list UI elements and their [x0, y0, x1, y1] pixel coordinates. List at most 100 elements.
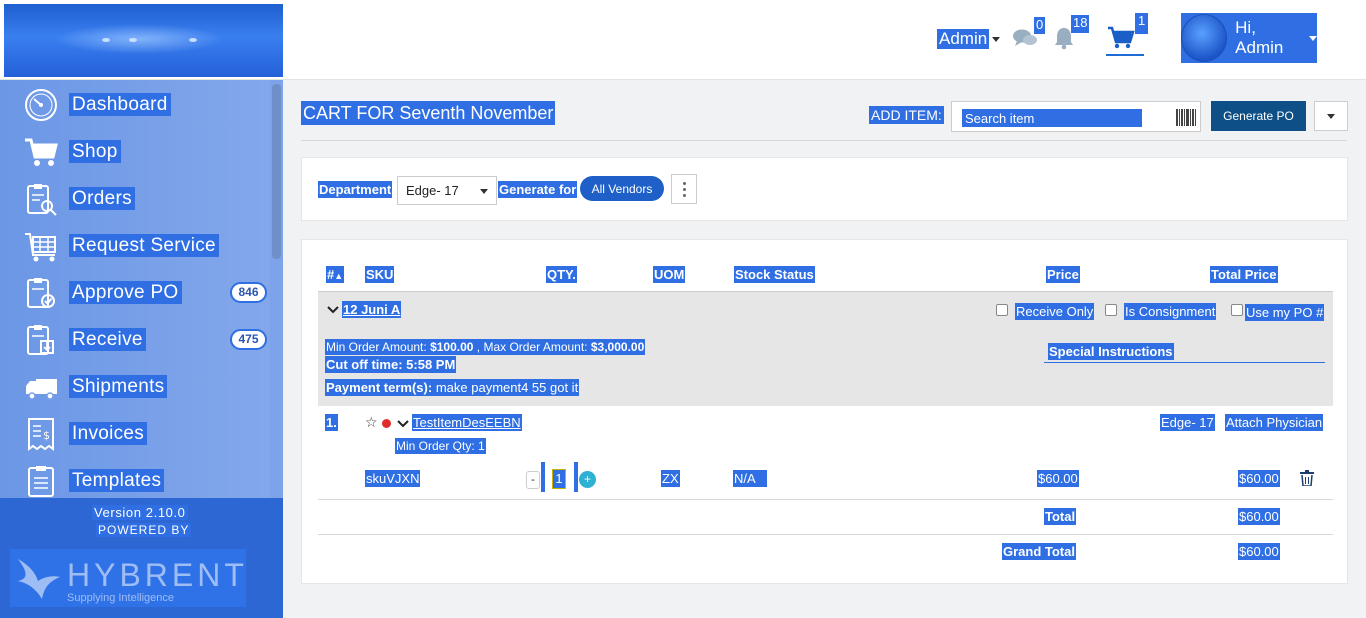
sidebar-item-label: Shop — [69, 140, 121, 163]
chevron-down-icon[interactable] — [327, 306, 339, 314]
admin-dropdown[interactable]: Admin — [935, 28, 1002, 50]
banner-dot — [189, 38, 197, 42]
sidebar-item-label: Approve PO — [69, 281, 182, 304]
user-greeting: Hi, Admin — [1235, 18, 1284, 57]
min-order-value: $100.00 — [430, 340, 474, 354]
max-order-value: $3,000.00 — [590, 340, 645, 354]
sidebar-item-shipments[interactable]: Shipments — [0, 363, 270, 410]
orders-icon — [27, 183, 57, 216]
column-header-stock-status[interactable]: Stock Status — [734, 266, 815, 283]
item-price: $60.00 — [1037, 470, 1079, 487]
chat-count-badge: 0 — [1034, 17, 1046, 34]
sidebar-item-label: Orders — [69, 187, 135, 210]
vendor-name-link[interactable]: 12 Juni A — [342, 301, 402, 318]
min-order-qty: Min Order Qty: 1 — [395, 438, 486, 454]
sidebar-item-dashboard[interactable]: Dashboard — [0, 81, 270, 128]
trash-icon[interactable] — [1300, 470, 1314, 486]
brand-tagline: Supplying Intelligence — [67, 592, 175, 604]
search-box — [951, 101, 1201, 132]
min-order-label: Min Order Amount: — [326, 340, 427, 354]
qty-input[interactable]: 1 — [552, 469, 566, 489]
star-icon[interactable]: ☆ — [365, 414, 378, 431]
sidebar-item-shop[interactable]: Shop — [0, 128, 270, 175]
kebab-dot — [683, 188, 686, 191]
max-order-label: Max Order Amount: — [483, 340, 588, 354]
sidebar: Dashboard Shop Orders Request Service Ap… — [0, 80, 283, 618]
generate-po-dropdown[interactable] — [1314, 101, 1348, 131]
consignment-checkbox[interactable] — [1105, 304, 1117, 316]
special-instructions-label[interactable]: Special Instructions — [1048, 343, 1174, 360]
chevron-down-icon — [1309, 35, 1317, 41]
department-value: Edge- 17 — [406, 183, 459, 198]
filter-panel: Department Edge- 17 Generate for All Ven… — [301, 157, 1348, 221]
generate-po-button[interactable]: Generate PO — [1211, 101, 1306, 131]
divider — [301, 140, 1347, 141]
logo-banner[interactable] — [4, 4, 283, 77]
qty-increment-button[interactable]: + — [579, 471, 596, 488]
avatar — [1181, 14, 1228, 62]
banner-dot — [129, 38, 137, 42]
sidebar-item-orders[interactable]: Orders — [0, 175, 270, 222]
hybrent-logo[interactable]: HYBRENT Supplying Intelligence — [10, 549, 246, 607]
grand-total-value: $60.00 — [1238, 543, 1280, 560]
sidebar-footer: Version 2.10.0 POWERED BY HYBRENT Supply… — [0, 498, 283, 618]
column-header-uom[interactable]: UOM — [653, 266, 686, 283]
department-select[interactable]: Edge- 17 — [397, 176, 497, 205]
top-header: Admin 0 18 1 Hi, Admin — [0, 0, 1366, 80]
sidebar-item-request-service[interactable]: Request Service — [0, 222, 270, 269]
item-department[interactable]: Edge- 17 — [1160, 414, 1215, 431]
approve-po-icon — [27, 277, 55, 308]
divider — [318, 499, 1333, 500]
receive-only-checkbox[interactable] — [996, 304, 1008, 316]
payment-terms: Payment term(s): make payment4 55 got it — [325, 379, 580, 396]
user-menu[interactable]: Hi, Admin — [1181, 13, 1317, 63]
column-header-price[interactable]: Price — [1046, 266, 1080, 283]
barcode-icon[interactable] — [1176, 109, 1196, 126]
sidebar-scrollbar-thumb[interactable] — [272, 84, 281, 259]
search-input[interactable] — [962, 109, 1142, 127]
use-my-po-checkbox[interactable] — [1231, 304, 1243, 316]
column-header-sku[interactable]: SKU — [365, 266, 395, 283]
order-amount-limits: Min Order Amount: $100.00 , Max Order Am… — [325, 339, 646, 355]
sidebar-item-receive[interactable]: Receive 475 — [0, 316, 270, 363]
sidebar-nav: Dashboard Shop Orders Request Service Ap… — [0, 80, 283, 498]
sidebar-item-label: Invoices — [69, 422, 148, 445]
vendor-filter-button[interactable]: All Vendors — [580, 176, 664, 201]
attach-physician-link[interactable]: Attach Physician — [1225, 414, 1324, 431]
column-header-qty[interactable]: QTY. — [546, 266, 577, 283]
qty-focus-marker — [541, 462, 545, 492]
dashboard-icon — [25, 88, 57, 121]
item-name-link[interactable]: TestItemDesEEBN — [412, 414, 522, 431]
chevron-down-icon — [1327, 113, 1335, 119]
version-text: Version 2.10.0 — [92, 505, 188, 520]
svg-text:$: $ — [43, 429, 50, 442]
special-instructions-underline — [1044, 362, 1325, 363]
request-service-icon — [25, 232, 56, 261]
chevron-down-icon[interactable] — [397, 420, 409, 428]
chevron-down-icon — [992, 36, 1001, 42]
item-stock-status: N/A — [733, 470, 767, 487]
truck-icon — [26, 378, 57, 400]
use-my-po-label: Use my PO # — [1245, 304, 1325, 321]
sidebar-item-invoices[interactable]: $ Invoices — [0, 410, 270, 457]
column-header-num[interactable]: #▲ — [326, 266, 345, 283]
generate-for-label: Generate for — [498, 181, 578, 198]
cutoff-label: Cut off time: — [326, 357, 403, 372]
sidebar-item-templates[interactable]: Templates — [0, 457, 270, 498]
brand-name: HYBRENT — [67, 557, 248, 593]
cart-icon — [25, 138, 58, 166]
hybrent-bird-icon — [18, 559, 60, 599]
more-options-button[interactable] — [671, 174, 697, 204]
notification-count-badge: 18 — [1071, 15, 1090, 33]
qty-decrement-button[interactable]: - — [526, 471, 540, 489]
grand-total-label: Grand Total — [1002, 543, 1076, 560]
receive-icon — [27, 324, 54, 355]
banner-glow — [54, 24, 224, 54]
cart-icon[interactable] — [1107, 26, 1135, 50]
chevron-down-icon — [480, 189, 488, 194]
sidebar-item-label: Dashboard — [69, 93, 171, 116]
sidebar-item-approve-po[interactable]: Approve PO 846 — [0, 269, 270, 316]
column-header-total-price[interactable]: Total Price — [1210, 266, 1278, 283]
total-label: Total — [1044, 508, 1077, 525]
sidebar-item-label: Shipments — [69, 375, 168, 398]
